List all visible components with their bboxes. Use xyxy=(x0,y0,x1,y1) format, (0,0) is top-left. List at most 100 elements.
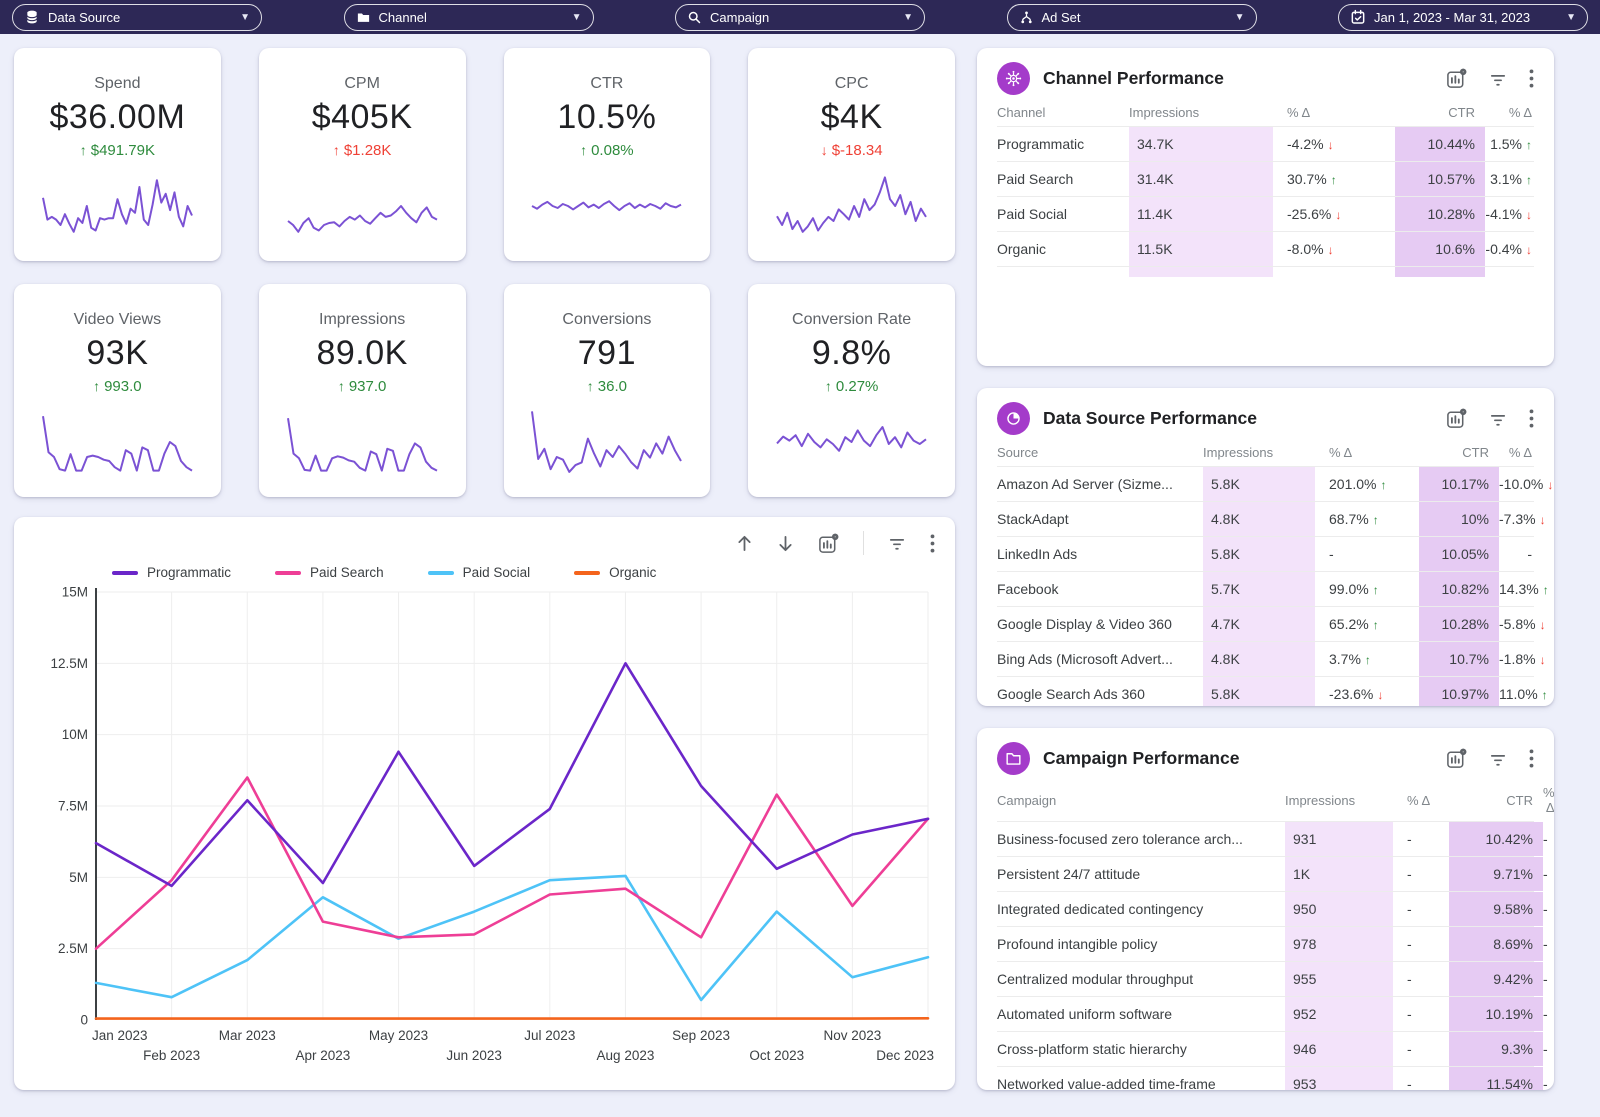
ctr-cell: 10.42% xyxy=(1449,822,1543,856)
kpi-card-conversion-rate: Conversion Rate 9.8% ↑ 0.27% xyxy=(748,284,955,497)
folder-icon xyxy=(356,10,371,25)
row-name: Networked value-added time-frame xyxy=(997,1076,1216,1090)
table-row[interactable]: Profound intangible policy 978 - 8.69% - xyxy=(997,926,1548,961)
table-row[interactable]: Google Display & Video 360 4.7K 65.2% ↑ 1… xyxy=(997,606,1546,641)
filter-icon[interactable] xyxy=(888,535,906,551)
table-row[interactable]: Programmatic 34.7K -4.2% ↓ 10.44% 1.5% ↑ xyxy=(997,126,1534,161)
ctr-cell: 10.28% xyxy=(1419,607,1499,641)
arrow-up-icon: ↑ xyxy=(1364,653,1371,667)
arrow-up-icon: ↑ xyxy=(1372,618,1379,632)
chart-toolbar xyxy=(34,529,935,557)
chart-icon[interactable] xyxy=(818,533,839,554)
svg-text:15M: 15M xyxy=(62,585,88,600)
table-row[interactable]: Persistent 24/7 attitude 1K - 9.71% - xyxy=(997,856,1548,891)
delta-cell: - xyxy=(1543,866,1548,882)
filter-label: Campaign xyxy=(710,9,770,25)
delta-cell: - xyxy=(1407,936,1412,952)
delta-cell: - xyxy=(1407,831,1412,847)
ctr-cell: 9.3% xyxy=(1449,1032,1543,1066)
filter-ad-set[interactable]: Ad Set ▼ xyxy=(1006,3,1257,31)
filter-data-source[interactable]: Data Source ▼ xyxy=(12,3,262,31)
table-row[interactable]: Amazon Ad Server (Sizme... 5.8K 201.0% ↑ … xyxy=(997,466,1553,501)
delta-cell: -0.4% ↓ xyxy=(1485,241,1532,257)
chart-icon[interactable] xyxy=(1446,748,1467,769)
col-label: Impressions xyxy=(1285,792,1356,808)
kpi-delta: ↑ $1.28K xyxy=(332,142,392,159)
ctr-cell: 10.28% xyxy=(1395,197,1485,231)
col-label: % Δ xyxy=(1508,105,1532,120)
table-title: Data Source Performance xyxy=(1043,408,1257,428)
table-row[interactable]: Bing Ads (Microsoft Advert... 4.8K 3.7% ↑… xyxy=(997,641,1546,676)
filter-date-range[interactable]: Jan 1, 2023 - Mar 31, 2023 ▼ xyxy=(1338,3,1588,31)
arrow-up-icon: ↑ xyxy=(1380,478,1387,492)
delta-cell: - xyxy=(1543,1076,1548,1090)
kebab-icon[interactable] xyxy=(1529,409,1534,428)
chevron-down-icon: ▼ xyxy=(571,11,582,23)
legend-paid-search[interactable]: Paid Search xyxy=(275,565,384,580)
kebab-icon[interactable] xyxy=(1529,749,1534,768)
delta-cell: -8.0% ↓ xyxy=(1287,241,1334,257)
filter-label: Channel xyxy=(378,9,427,25)
table-row[interactable]: Paid Search 31.4K 30.7% ↑ 10.57% 3.1% ↑ xyxy=(997,161,1534,196)
table-row[interactable]: Centralized modular throughput 955 - 9.4… xyxy=(997,961,1548,996)
kpi-value: 89.0K xyxy=(316,334,408,372)
delta-cell: 1.5% ↑ xyxy=(1490,136,1532,152)
svg-text:Mar 2023: Mar 2023 xyxy=(219,1028,276,1043)
svg-text:Feb 2023: Feb 2023 xyxy=(143,1048,200,1063)
delta-cell: - xyxy=(1407,1076,1412,1090)
chart-icon[interactable] xyxy=(1446,68,1467,89)
kpi-title: Spend xyxy=(94,75,141,92)
filter-icon[interactable] xyxy=(1489,411,1507,427)
table-row[interactable]: Cross-platform static hierarchy 946 - 9.… xyxy=(997,1031,1548,1066)
kpi-title: CPC xyxy=(834,75,869,92)
table-row[interactable]: Facebook 5.7K 99.0% ↑ 10.82% 14.3% ↑ xyxy=(997,571,1549,606)
delta-cell: -25.6% ↓ xyxy=(1287,206,1342,222)
legend-organic[interactable]: Organic xyxy=(574,565,656,580)
svg-text:Jul 2023: Jul 2023 xyxy=(524,1028,575,1043)
table-row[interactable]: Networked value-added time-frame 953 - 1… xyxy=(997,1066,1548,1090)
legend-programmatic[interactable]: Programmatic xyxy=(112,565,231,580)
kebab-icon[interactable] xyxy=(1529,69,1534,88)
table-toolbar xyxy=(1446,408,1534,429)
col-label: Impressions xyxy=(1129,105,1200,120)
arrow-down-icon[interactable] xyxy=(777,534,794,553)
table-row[interactable]: Integrated dedicated contingency 950 - 9… xyxy=(997,891,1548,926)
chart-icon[interactable] xyxy=(1446,408,1467,429)
chevron-down-icon: ▼ xyxy=(1566,11,1576,23)
arrow-up-icon[interactable] xyxy=(736,534,753,553)
table-row[interactable]: Paid Social 11.4K -25.6% ↓ 10.28% -4.1% ↓ xyxy=(997,196,1534,231)
delta-cell: -1.8% ↓ xyxy=(1499,651,1546,667)
kpi-card-impressions: Impressions 89.0K ↑ 937.0 xyxy=(258,284,466,497)
table-row[interactable]: StackAdapt 4.8K 68.7% ↑ 10% -7.3% ↓ xyxy=(997,501,1546,536)
row-name: Programmatic xyxy=(997,136,1085,152)
database-icon xyxy=(24,9,40,25)
table-row[interactable]: Google Search Ads 360 5.8K -23.6% ↓ 10.97… xyxy=(997,676,1548,706)
delta-cell: - xyxy=(1407,1041,1412,1057)
table-row[interactable]: Organic 11.5K -8.0% ↓ 10.6% -0.4% ↓ xyxy=(997,231,1534,266)
filter-icon[interactable] xyxy=(1489,71,1507,87)
legend-paid-social[interactable]: Paid Social xyxy=(427,565,530,580)
delta-cell: 65.2% ↑ xyxy=(1329,616,1379,632)
row-name: Paid Social xyxy=(997,206,1068,222)
impressions-cell: 5.8K xyxy=(1203,467,1315,501)
table-row[interactable]: Automated uniform software 952 - 10.19% … xyxy=(997,996,1548,1031)
left-column: Spend $36.00M ↑ $491.79K CPM $405K ↑ $1.28… xyxy=(14,48,955,1090)
arrow-down-icon: ↓ xyxy=(1377,688,1384,702)
table-row[interactable]: LinkedIn Ads 5.8K - 10.05% - xyxy=(997,536,1534,571)
filter-campaign[interactable]: Campaign ▼ xyxy=(675,3,925,31)
kebab-icon[interactable] xyxy=(930,533,935,553)
kpi-sparkline xyxy=(748,166,955,251)
impressions-cell: 11.4K xyxy=(1129,197,1273,231)
filter-channel[interactable]: Channel ▼ xyxy=(343,3,594,31)
kpi-value: 9.8% xyxy=(811,334,892,372)
kpi-grid: Spend $36.00M ↑ $491.79K CPM $405K ↑ $1.28… xyxy=(14,48,955,497)
kpi-title: Impressions xyxy=(319,311,406,328)
table-row[interactable]: Business-focused zero tolerance arch... … xyxy=(997,821,1548,856)
svg-text:Sep 2023: Sep 2023 xyxy=(672,1028,730,1043)
table-header: Data Source Performance xyxy=(997,396,1534,442)
kpi-card-video-views: Video Views 93K ↑ 993.0 xyxy=(14,284,221,497)
table-toolbar xyxy=(1446,68,1534,89)
table-toolbar xyxy=(1446,748,1534,769)
filter-icon[interactable] xyxy=(1489,751,1507,767)
ctr-cell: 10.44% xyxy=(1395,127,1485,161)
